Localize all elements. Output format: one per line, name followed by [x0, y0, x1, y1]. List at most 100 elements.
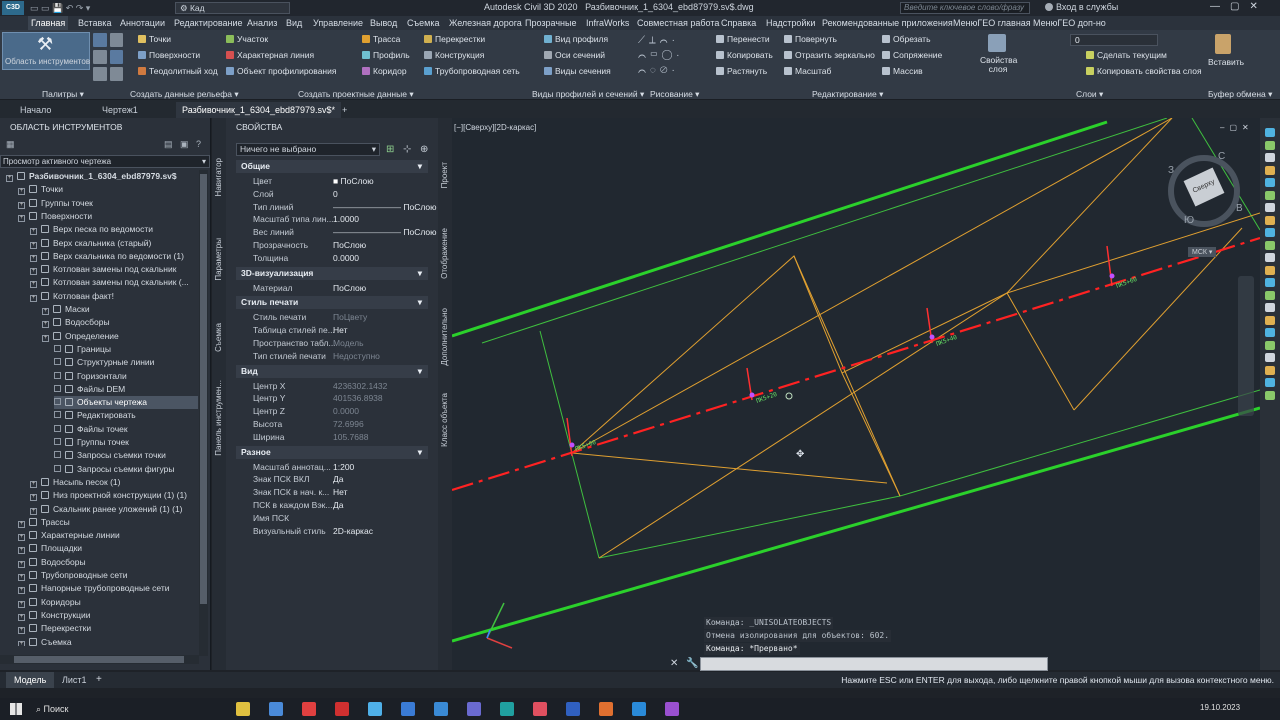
- terrain-item[interactable]: Точки: [138, 33, 171, 45]
- tree-item[interactable]: + Низ проектной конструкции (1) (1): [30, 489, 187, 502]
- design-item[interactable]: Трубопроводная сеть: [424, 65, 520, 77]
- tree-item[interactable]: + Съемка: [18, 636, 72, 646]
- expand-toggle-icon[interactable]: [54, 371, 61, 379]
- ribbon-tab[interactable]: Справка: [721, 16, 756, 30]
- document-tab[interactable]: Начало: [14, 102, 57, 118]
- expand-toggle-icon[interactable]: +: [18, 574, 25, 581]
- draw-tools[interactable]: ⟋⊥⌒· ⌒▭◯· ⌒◌⊘·: [638, 33, 710, 77]
- expand-toggle-icon[interactable]: [54, 398, 61, 406]
- design-item[interactable]: Участок: [226, 33, 268, 45]
- property-row[interactable]: Центр X 4236302.1432: [236, 380, 436, 393]
- tool-icon[interactable]: [1265, 253, 1275, 262]
- property-section-header[interactable]: Стиль печати ▾: [236, 296, 428, 310]
- layer-properties-button[interactable]: Свойства слоя: [980, 56, 1017, 76]
- side-tab[interactable]: Класс объекта: [440, 393, 449, 447]
- tree-item[interactable]: + Котлован замены под скальник (...: [30, 276, 189, 289]
- expand-toggle-icon[interactable]: +: [18, 627, 25, 635]
- expand-toggle-icon[interactable]: [54, 411, 61, 419]
- expand-toggle-icon[interactable]: +: [18, 520, 25, 528]
- tree-hscrollbar[interactable]: [0, 655, 199, 664]
- edit-item[interactable]: Обрезать: [882, 33, 931, 45]
- expand-toggle-icon[interactable]: +: [18, 640, 25, 646]
- property-row[interactable]: Визуальный стиль 2D-каркас: [236, 525, 436, 538]
- tool-icon[interactable]: [1265, 290, 1275, 300]
- ribbon-tab[interactable]: Главная: [28, 16, 69, 30]
- side-tab[interactable]: Навигатор: [214, 158, 223, 196]
- expand-toggle-icon[interactable]: +: [30, 268, 37, 276]
- tool-icon[interactable]: [1265, 178, 1275, 187]
- tool-icon[interactable]: [1265, 265, 1275, 275]
- navigation-bar[interactable]: [1238, 276, 1254, 416]
- expand-toggle-icon[interactable]: +: [18, 587, 25, 595]
- side-tab[interactable]: Параметры: [214, 238, 223, 281]
- tree-item[interactable]: + Поверхности: [18, 210, 92, 223]
- ribbon-group-label[interactable]: Палитры ▾: [42, 88, 84, 100]
- ribbon-tab[interactable]: МенюГЕО доп-но: [1033, 16, 1106, 30]
- expand-toggle-icon[interactable]: +: [42, 321, 49, 329]
- tree-item[interactable]: + Трубопроводные сети: [18, 569, 128, 582]
- taskbar-app-icon[interactable]: [236, 702, 250, 716]
- tool-icon[interactable]: [1265, 165, 1275, 175]
- property-section-header[interactable]: Общие ▾: [236, 160, 428, 173]
- expand-toggle-icon[interactable]: +: [18, 547, 25, 555]
- edit-item[interactable]: Сопряжение: [882, 49, 942, 61]
- property-row[interactable]: Масштаб аннотац... 1:200: [236, 461, 436, 474]
- taskbar-app-icon[interactable]: [566, 702, 580, 716]
- tree-scrollbar[interactable]: [199, 170, 208, 656]
- window-controls[interactable]: —▢✕: [1210, 1, 1276, 12]
- tree-item[interactable]: + Точки: [18, 183, 63, 196]
- property-row[interactable]: Толщина 0.0000: [236, 252, 436, 265]
- tree-item[interactable]: + Напорные трубопроводные сети: [18, 582, 170, 595]
- ribbon-group-label[interactable]: Создать данные рельефа ▾: [130, 88, 239, 100]
- property-row[interactable]: Цвет ■ ПоСлою: [236, 175, 436, 188]
- edit-item[interactable]: Повернуть: [784, 33, 837, 45]
- expand-toggle-icon[interactable]: +: [6, 175, 13, 182]
- expand-toggle-icon[interactable]: [54, 438, 61, 445]
- document-tab[interactable]: Чертеж1: [96, 102, 144, 118]
- tree-item[interactable]: + Водосборы: [42, 316, 110, 329]
- expand-toggle-icon[interactable]: [54, 451, 61, 459]
- views-item[interactable]: Оси сечений: [544, 49, 605, 61]
- ribbon-group-label[interactable]: Виды профилей и сечений ▾: [532, 88, 644, 100]
- layout-tab[interactable]: Лист1: [54, 672, 95, 688]
- property-row[interactable]: Центр Y 401536.8938: [236, 392, 436, 405]
- taskbar-app-icon[interactable]: [632, 702, 646, 716]
- tree-item[interactable]: + Водосборы: [18, 556, 86, 569]
- tree-item[interactable]: + Насыпь песок (1): [30, 476, 121, 489]
- tool-icon[interactable]: [1265, 353, 1275, 362]
- design-item[interactable]: Трасса: [362, 33, 400, 45]
- ribbon-tab[interactable]: Железная дорога: [449, 16, 522, 30]
- taskbar-app-icon[interactable]: [368, 702, 382, 716]
- side-tab[interactable]: Панель инструмен...: [214, 380, 223, 456]
- tree-item[interactable]: Объекты чертежа: [54, 396, 198, 410]
- expand-toggle-icon[interactable]: [54, 358, 61, 366]
- tool-icon[interactable]: [1265, 328, 1275, 337]
- tree-item[interactable]: + Группы точек: [18, 197, 93, 210]
- expand-toggle-icon[interactable]: +: [18, 613, 25, 621]
- expand-toggle-icon[interactable]: +: [18, 600, 25, 608]
- expand-toggle-icon[interactable]: +: [18, 188, 25, 196]
- side-tab[interactable]: Съемка: [214, 323, 223, 352]
- ribbon-tab[interactable]: Вставка: [78, 16, 111, 30]
- expand-toggle-icon[interactable]: [54, 344, 61, 352]
- command-input[interactable]: [700, 657, 1048, 671]
- app-logo[interactable]: C3D: [2, 1, 24, 15]
- tool-icon[interactable]: [1265, 390, 1275, 400]
- edit-item[interactable]: Перенести: [716, 33, 770, 45]
- command-close-icon[interactable]: ✕: [670, 658, 678, 669]
- tree-item[interactable]: + Характерные линии: [18, 529, 120, 542]
- expand-toggle-icon[interactable]: [54, 384, 61, 392]
- ribbon-tab[interactable]: InfraWorks: [586, 16, 629, 30]
- tree-item[interactable]: Редактировать: [54, 409, 136, 422]
- taskbar-app-icon[interactable]: [401, 702, 415, 716]
- edit-item[interactable]: Копировать: [716, 49, 773, 61]
- tree-item[interactable]: Горизонтали: [54, 370, 127, 383]
- palette-icons[interactable]: [93, 33, 123, 81]
- edit-item[interactable]: Масштаб: [784, 65, 831, 77]
- tree-item[interactable]: Группы точек: [54, 436, 129, 449]
- tool-icon[interactable]: [1265, 153, 1275, 162]
- select-objects-icon[interactable]: ⊹: [403, 144, 411, 155]
- tree-item[interactable]: + Перекрестки: [18, 622, 91, 635]
- terrain-item[interactable]: Теодолитный ход: [138, 65, 218, 77]
- taskbar-app-icon[interactable]: [665, 702, 679, 716]
